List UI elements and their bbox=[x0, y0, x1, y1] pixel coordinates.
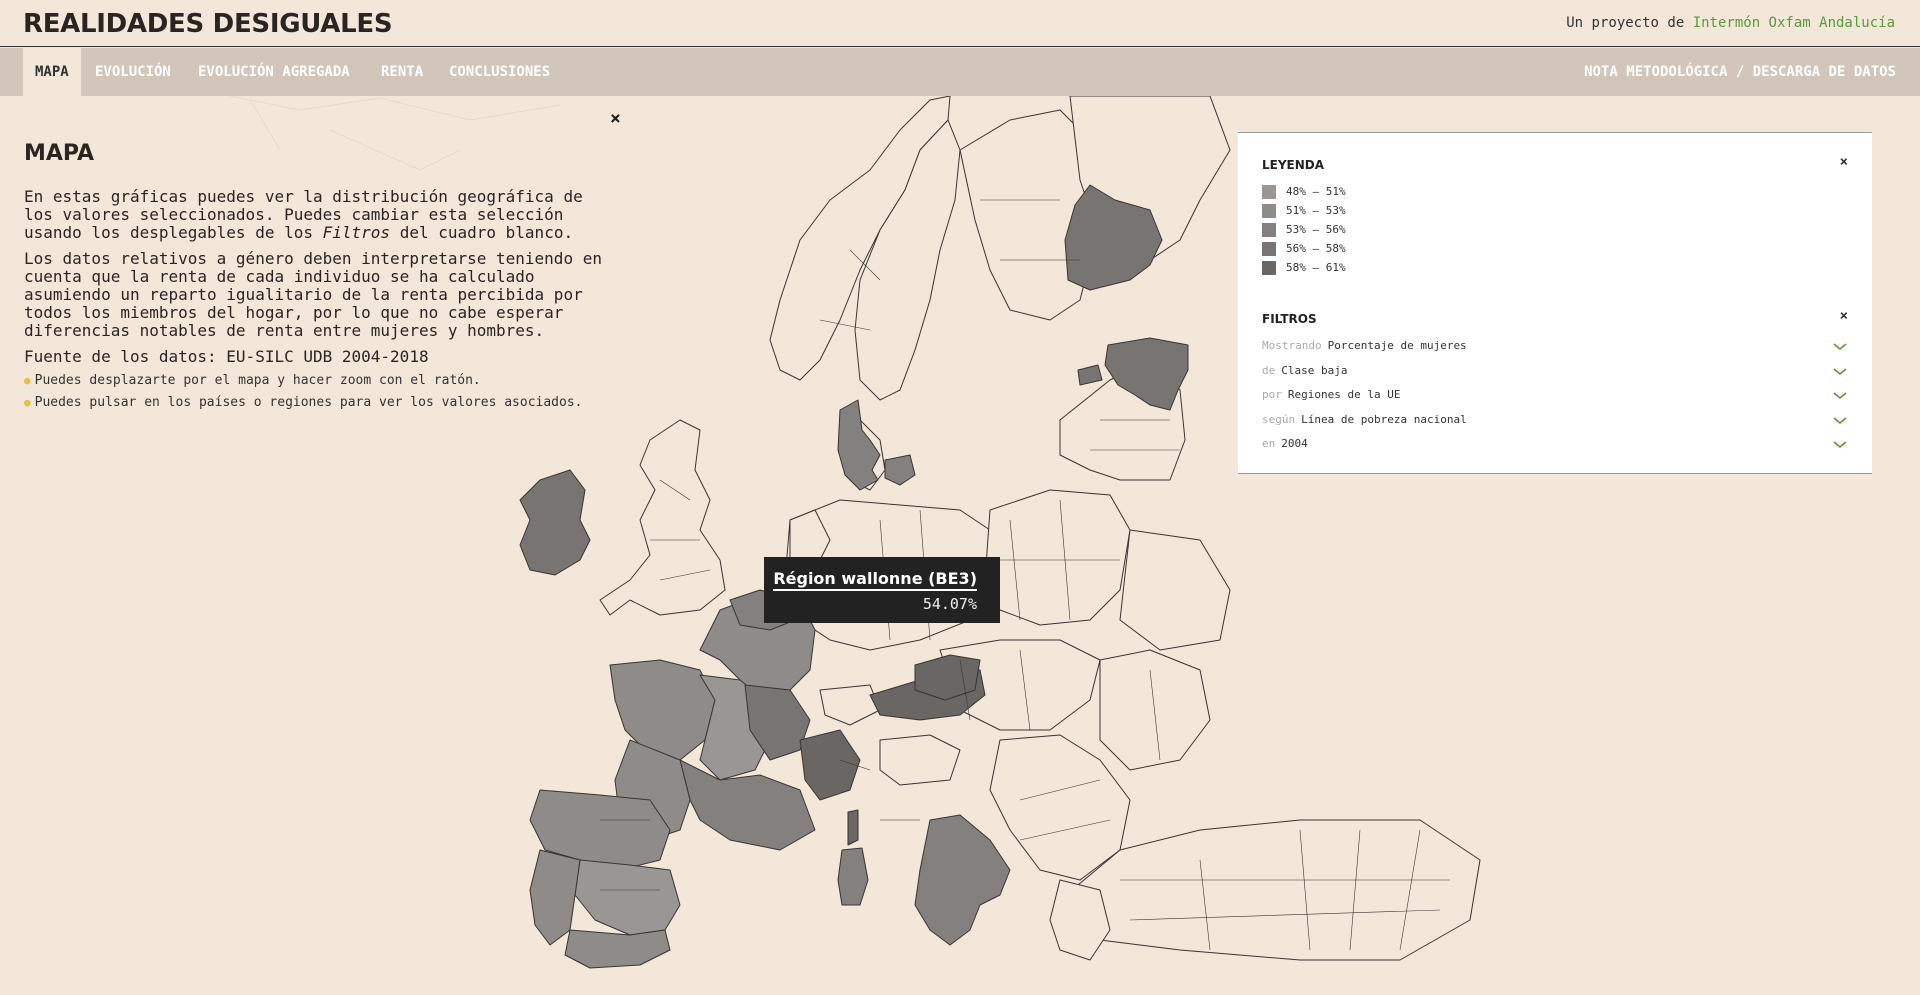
region-tooltip: Région wallonne (BE3) 54.07% bbox=[764, 557, 1000, 623]
region-iberia-south[interactable] bbox=[564, 929, 671, 969]
legend-item: 53% – 56% bbox=[1262, 223, 1346, 237]
filter-key: por bbox=[1262, 388, 1282, 401]
region-ireland[interactable] bbox=[519, 469, 591, 576]
legend-item: 48% – 51% bbox=[1262, 185, 1346, 199]
filters-title: FILTROS bbox=[1262, 312, 1317, 326]
chevron-down-icon[interactable] bbox=[1832, 338, 1848, 354]
region-france-west[interactable] bbox=[609, 659, 716, 761]
chevron-down-icon[interactable] bbox=[1832, 387, 1848, 403]
legend-label: 56% – 58% bbox=[1286, 242, 1346, 255]
nav-tab-renta[interactable]: RENTA bbox=[381, 48, 423, 96]
chevron-down-icon[interactable] bbox=[1832, 412, 1848, 428]
filter-key: según bbox=[1262, 412, 1296, 426]
chevron-down-icon[interactable] bbox=[1832, 436, 1848, 452]
chevron-down-icon[interactable] bbox=[1832, 363, 1848, 379]
legend-filter-panel: LEYENDA × 48% – 51% 51% – 53% 53% – 56% 56%… bbox=[1238, 132, 1872, 474]
region-turkey-area[interactable] bbox=[1059, 819, 1481, 961]
region-france-south[interactable] bbox=[679, 759, 816, 851]
region-sardinia[interactable] bbox=[837, 847, 869, 906]
lightbulb-icon: ● bbox=[24, 396, 31, 409]
region-denmark[interactable] bbox=[837, 399, 881, 491]
oxfam-link[interactable]: Intermón Oxfam Andalucía bbox=[1693, 15, 1895, 31]
lightbulb-icon: ● bbox=[24, 374, 31, 387]
region-italy-south[interactable] bbox=[914, 814, 1011, 946]
legend-item: 56% – 58% bbox=[1262, 242, 1346, 256]
legend-label: 48% – 51% bbox=[1286, 185, 1346, 198]
region-denmark-isle[interactable] bbox=[884, 454, 916, 486]
filter-key: de bbox=[1262, 363, 1276, 377]
filter-value: Clase baja bbox=[1281, 363, 1348, 377]
intro-paragraph-1: En estas gráficas puedes ver la distribu… bbox=[24, 188, 604, 242]
intro-title: MAPA bbox=[24, 141, 95, 166]
intro-panel: MAPA En estas gráficas puedes ver la dis… bbox=[24, 140, 604, 410]
region-estonia-small[interactable] bbox=[1077, 364, 1103, 386]
region-iberia-centre[interactable] bbox=[574, 859, 681, 936]
legend-label: 53% – 56% bbox=[1286, 223, 1346, 236]
filter-value: Línea de pobreza nacional bbox=[1301, 412, 1467, 426]
filter-dropdown[interactable]: según Línea de pobreza nacional bbox=[1262, 412, 1848, 428]
region-france-alps[interactable] bbox=[799, 729, 861, 801]
filter-dropdown[interactable]: Mostrando Porcentaje de mujeres bbox=[1262, 338, 1848, 354]
legend-swatch bbox=[1262, 204, 1276, 218]
tip-click: ● Puedes pulsar en los países o regiones … bbox=[24, 395, 604, 410]
region-romania[interactable] bbox=[1099, 649, 1211, 771]
region-poland[interactable] bbox=[984, 489, 1131, 626]
nav-tab-mapa[interactable]: MAPA bbox=[23, 48, 81, 96]
filters-close-button[interactable]: × bbox=[1840, 308, 1848, 324]
filter-key: en bbox=[1262, 437, 1276, 450]
region-balkans[interactable] bbox=[989, 734, 1131, 881]
region-greece[interactable] bbox=[1049, 879, 1111, 961]
intro-close-button[interactable]: × bbox=[610, 108, 621, 129]
filter-key: Mostrando bbox=[1262, 339, 1322, 352]
region-ukraine-west[interactable] bbox=[1119, 529, 1231, 651]
filter-value: 2004 bbox=[1281, 437, 1308, 450]
legend-label: 51% – 53% bbox=[1286, 204, 1346, 217]
nav-tab-evolucion-agregada[interactable]: EVOLUCIÓN AGREGADA bbox=[198, 48, 350, 96]
legend-label: 58% – 61% bbox=[1286, 261, 1346, 274]
credit-prefix: Un proyecto de bbox=[1566, 15, 1685, 31]
site-title[interactable]: REALIDADES DESIGUALES bbox=[23, 9, 393, 39]
tooltip-region-value: 54.07% bbox=[922, 595, 977, 613]
nav-methodology-download[interactable]: NOTA METODOLÓGICA / DESCARGA DE DATOS bbox=[1584, 48, 1896, 96]
data-source: Fuente de los datos: EU-SILC UDB 2004-20… bbox=[24, 347, 429, 366]
intro-p1-text-end: del cuadro blanco. bbox=[390, 223, 574, 242]
intro-p1-emphasis: Filtros bbox=[322, 223, 391, 242]
filter-dropdown[interactable]: de Clase baja bbox=[1262, 363, 1848, 379]
tip-zoom-text: Puedes desplazarte por el mapa y hacer z… bbox=[34, 373, 481, 388]
filter-value: Regiones de la UE bbox=[1287, 388, 1401, 401]
region-switzerland[interactable] bbox=[819, 684, 881, 726]
legend-swatch bbox=[1262, 242, 1276, 256]
legend-swatch bbox=[1262, 185, 1276, 199]
tip-click-text: Puedes pulsar en los países o regiones p… bbox=[34, 395, 583, 410]
main-nav: MAPA EVOLUCIÓN EVOLUCIÓN AGREGADA RENTA … bbox=[0, 48, 1920, 96]
tooltip-region-name: Région wallonne (BE3) bbox=[773, 569, 977, 591]
site-header: REALIDADES DESIGUALES Un proyecto de Int… bbox=[0, 0, 1920, 47]
legend-swatch bbox=[1262, 223, 1276, 237]
legend-item: 58% – 61% bbox=[1262, 261, 1346, 275]
region-corsica[interactable] bbox=[847, 809, 859, 846]
legend-close-button[interactable]: × bbox=[1840, 154, 1848, 170]
region-italy-north[interactable] bbox=[879, 734, 961, 786]
tip-zoom: ● Puedes desplazarte por el mapa y hacer … bbox=[24, 373, 604, 388]
legend-swatch bbox=[1262, 261, 1276, 275]
filter-value: Porcentaje de mujeres bbox=[1327, 339, 1467, 352]
nav-tab-evolucion[interactable]: EVOLUCIÓN bbox=[95, 48, 171, 96]
region-uk[interactable] bbox=[599, 419, 726, 616]
legend-title: LEYENDA bbox=[1262, 158, 1325, 172]
intro-paragraph-2: Los datos relativos a género deben inter… bbox=[24, 249, 602, 340]
filter-dropdown[interactable]: por Regiones de la UE bbox=[1262, 387, 1848, 403]
filter-dropdown[interactable]: en 2004 bbox=[1262, 436, 1848, 452]
project-credit: Un proyecto de Intermón Oxfam Andalucía bbox=[1566, 15, 1895, 31]
legend-item: 51% – 53% bbox=[1262, 204, 1346, 218]
nav-tab-conclusiones[interactable]: CONCLUSIONES bbox=[449, 48, 550, 96]
